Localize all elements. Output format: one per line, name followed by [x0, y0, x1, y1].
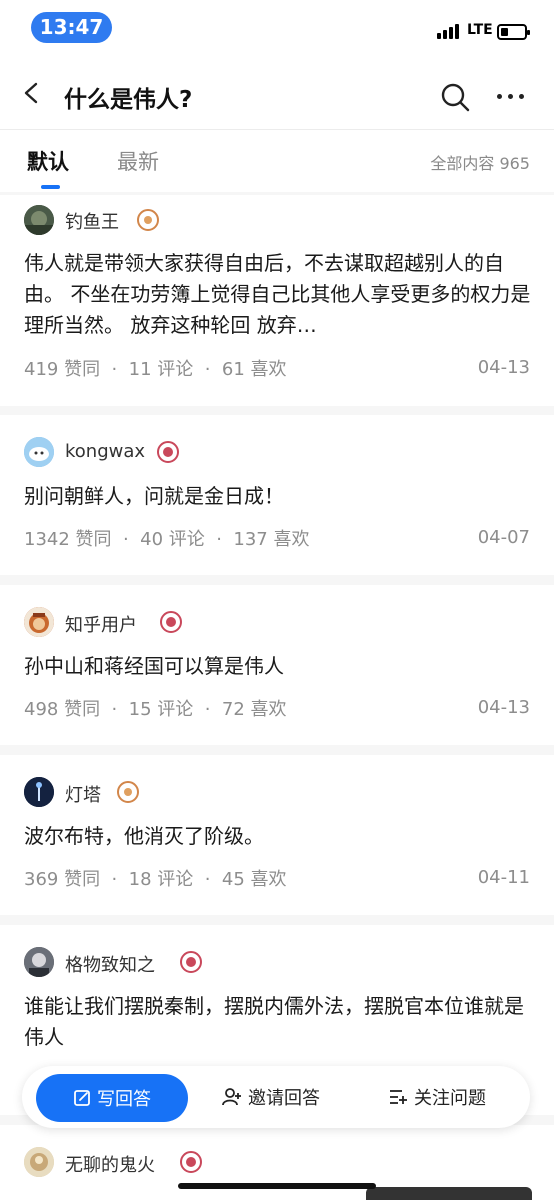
- verified-badge-icon: [137, 209, 159, 231]
- answer-stats: 1342 赞同 · 40 评论 · 137 喜欢: [24, 529, 310, 550]
- signal-icon: [437, 24, 459, 39]
- author-name[interactable]: 知乎用户: [65, 611, 137, 637]
- verified-badge-icon: [160, 611, 182, 633]
- author-name[interactable]: 无聊的鬼火: [65, 1151, 155, 1177]
- answer-card[interactable]: 知乎用户 孙中山和蒋经国可以算是伟人 498 赞同 · 15 评论 · 72 喜…: [0, 585, 554, 745]
- answer-card[interactable]: 灯塔 波尔布特，他消灭了阶级。 369 赞同 · 18 评论 · 45 喜欢 0…: [0, 755, 554, 915]
- answer-date: 04-13: [477, 357, 530, 378]
- back-arrow-icon[interactable]: [22, 82, 44, 104]
- answer-stats: 498 赞同 · 15 评论 · 72 喜欢: [24, 699, 287, 720]
- action-bar: 写回答 邀请回答 关注问题: [22, 1066, 530, 1128]
- follow-question-label: 关注问题: [414, 1088, 486, 1109]
- answer-date: 04-11: [477, 867, 530, 888]
- network-label: LTE: [467, 22, 493, 38]
- avatar[interactable]: [24, 205, 54, 235]
- nav-bar: 什么是伟人?: [0, 56, 554, 130]
- invite-answer-button[interactable]: 邀请回答: [222, 1084, 320, 1110]
- more-icon[interactable]: [497, 94, 524, 99]
- tab-indicator: [41, 185, 60, 189]
- tab-default[interactable]: 默认: [27, 146, 69, 176]
- answer-date: 04-13: [477, 697, 530, 718]
- verified-badge-icon: [117, 781, 139, 803]
- answer-excerpt[interactable]: 波尔布特，他消灭了阶级。: [24, 821, 534, 852]
- home-indicator: [178, 1183, 376, 1189]
- avatar[interactable]: [24, 947, 54, 977]
- invite-user-icon: [222, 1088, 241, 1106]
- avatar[interactable]: [24, 1147, 54, 1177]
- answer-excerpt[interactable]: 谁能让我们摆脱秦制，摆脱内儒外法，摆脱官本位谁就是伟人: [24, 991, 534, 1053]
- search-icon[interactable]: [440, 82, 470, 112]
- answer-stats: 369 赞同 · 18 评论 · 45 喜欢: [24, 869, 287, 890]
- answer-excerpt[interactable]: 别问朝鲜人，问就是金日成！: [24, 481, 534, 512]
- write-answer-button[interactable]: 写回答: [36, 1074, 188, 1122]
- author-name[interactable]: kongwax: [65, 441, 145, 462]
- invite-answer-label: 邀请回答: [248, 1088, 320, 1109]
- tab-bar: 默认 最新 全部内容 965: [0, 130, 554, 192]
- author-name[interactable]: 格物致知之: [65, 951, 155, 977]
- tab-latest[interactable]: 最新: [117, 146, 159, 176]
- answer-card[interactable]: 钓鱼王 伟人就是带领大家获得自由后，不去谋取超越别人的自由。 不坐在功劳簿上觉得…: [0, 195, 554, 406]
- answer-excerpt[interactable]: 孙中山和蒋经国可以算是伟人: [24, 651, 534, 682]
- answer-thumbnail[interactable]: [366, 1187, 532, 1200]
- answer-stats: 419 赞同 · 11 评论 · 61 喜欢: [24, 359, 287, 380]
- follow-list-icon: [390, 1090, 407, 1104]
- edit-icon: [74, 1090, 90, 1106]
- author-name[interactable]: 灯塔: [65, 781, 101, 807]
- page-title: 什么是伟人?: [64, 87, 193, 113]
- avatar[interactable]: [24, 607, 54, 637]
- avatar[interactable]: [24, 437, 54, 467]
- battery-icon: [497, 24, 530, 40]
- verified-badge-icon: [180, 1151, 202, 1173]
- verified-badge-icon: [157, 441, 179, 463]
- status-time: 13:47: [31, 12, 112, 43]
- answer-date: 04-07: [477, 527, 530, 548]
- verified-badge-icon: [180, 951, 202, 973]
- status-bar: 13:47 LTE: [0, 0, 554, 56]
- author-name[interactable]: 钓鱼王: [65, 208, 119, 234]
- answer-excerpt[interactable]: 伟人就是带领大家获得自由后，不去谋取超越别人的自由。 不坐在功劳簿上觉得自己比其…: [24, 248, 534, 341]
- follow-question-button[interactable]: 关注问题: [388, 1084, 486, 1110]
- answer-card[interactable]: kongwax 别问朝鲜人，问就是金日成！ 1342 赞同 · 40 评论 · …: [0, 415, 554, 575]
- write-answer-label: 写回答: [97, 1089, 151, 1110]
- answer-count: 全部内容 965: [430, 154, 530, 173]
- avatar[interactable]: [24, 777, 54, 807]
